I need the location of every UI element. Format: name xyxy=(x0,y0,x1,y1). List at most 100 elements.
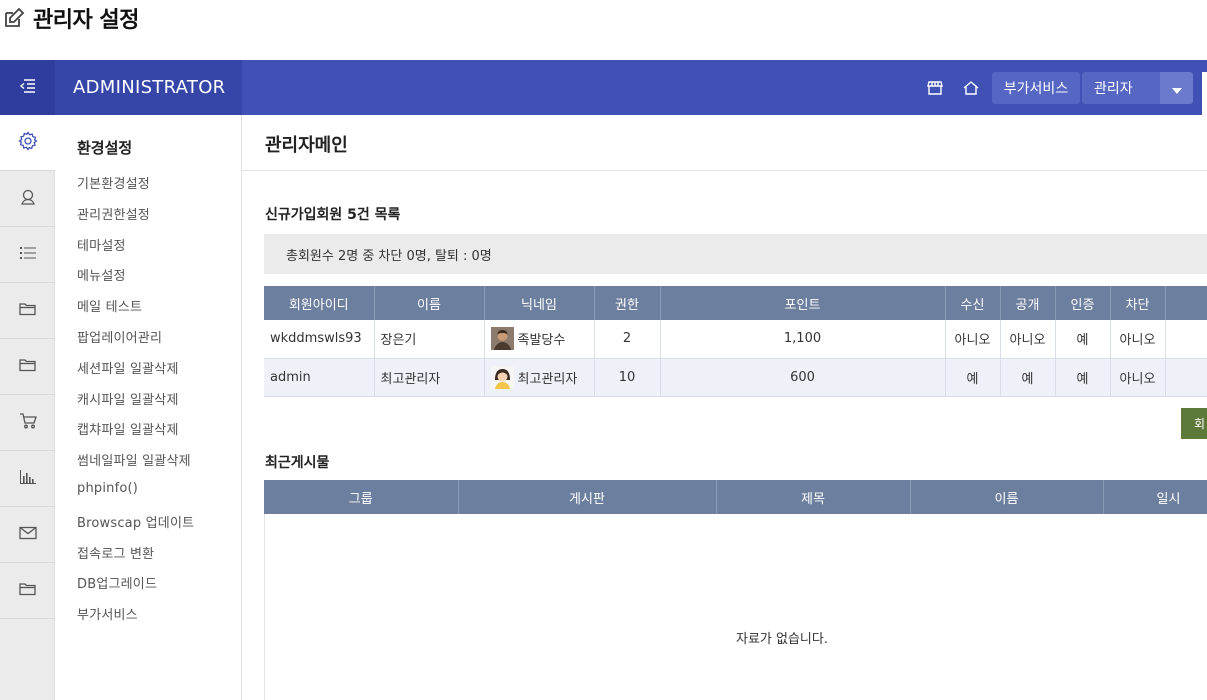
content-header: 관리자메인 xyxy=(242,115,1207,171)
user-icon xyxy=(19,188,37,210)
member-level: 2 xyxy=(594,320,661,359)
col-header-level[interactable]: 권한 xyxy=(594,286,661,320)
col-header-subject[interactable]: 제목 xyxy=(716,480,911,514)
rail-item-members[interactable] xyxy=(0,171,55,227)
gear-icon xyxy=(17,130,38,155)
member-nick-cell[interactable]: 최고관리자 xyxy=(484,358,595,397)
rail-item-folder-1[interactable] xyxy=(0,283,55,339)
edit-icon xyxy=(2,6,26,30)
member-point: 1,100 xyxy=(660,320,946,359)
member-extra xyxy=(1165,358,1207,397)
sidebar-item-theme[interactable]: 테마설정 xyxy=(77,235,194,266)
sidebar-item-phpinfo[interactable]: phpinfo() xyxy=(77,481,194,512)
col-header-cert[interactable]: 인증 xyxy=(1055,286,1111,320)
col-header-mailing[interactable]: 수신 xyxy=(945,286,1001,320)
members-more-button[interactable]: 회 xyxy=(1181,408,1207,439)
sidebar-item-browscap[interactable]: Browscap 업데이트 xyxy=(77,512,194,543)
admin-dropdown-toggle[interactable] xyxy=(1160,72,1193,104)
sidebar-item-mail-test[interactable]: 메일 테스트 xyxy=(77,296,194,327)
member-name: 최고관리자 xyxy=(374,358,485,397)
members-section-title: 신규가입회원 5건 목록 xyxy=(265,207,401,223)
col-header-group[interactable]: 그룹 xyxy=(264,480,459,514)
col-header-extra xyxy=(1165,286,1207,320)
main-content: 관리자메인 신규가입회원 5건 목록 총회원수 2명 중 차단 0명, 탈퇴 :… xyxy=(242,115,1207,700)
member-extra xyxy=(1165,320,1207,359)
member-point: 600 xyxy=(660,358,946,397)
folder-icon xyxy=(18,357,37,376)
window-edge xyxy=(1202,72,1207,115)
sidebar-item-addon[interactable]: 부가서비스 xyxy=(77,604,194,635)
sidebar-item-db-upgrade[interactable]: DB업그레이드 xyxy=(77,573,194,604)
sidebar-item-popup[interactable]: 팝업레이어관리 xyxy=(77,327,194,358)
sidebar-item-captcha-delete[interactable]: 캡챠파일 일괄삭제 xyxy=(77,419,194,450)
col-header-block[interactable]: 차단 xyxy=(1110,286,1166,320)
col-header-board[interactable]: 게시판 xyxy=(458,480,717,514)
member-mailing: 예 xyxy=(945,358,1001,397)
col-header-writer[interactable]: 이름 xyxy=(910,480,1104,514)
member-cert: 예 xyxy=(1055,320,1111,359)
sidebar-item-cache-delete[interactable]: 캐시파일 일괄삭제 xyxy=(77,389,194,420)
col-header-name[interactable]: 이름 xyxy=(374,286,485,320)
rail-item-settings[interactable] xyxy=(0,115,55,171)
table-row[interactable]: wkddmswls93 장은기 족발당수 2 1,100 아니오 아니오 예 아… xyxy=(264,320,1207,359)
member-id[interactable]: wkddmswls93 xyxy=(264,320,375,359)
members-table: 회원아이디 이름 닉네임 권한 포인트 수신 공개 인증 차단 wkddmswl… xyxy=(264,286,1207,397)
member-name: 장은기 xyxy=(374,320,485,359)
folder-icon xyxy=(18,581,37,600)
sidebar-item-log-convert[interactable]: 접속로그 변환 xyxy=(77,543,194,574)
folder-icon xyxy=(18,301,37,320)
chart-icon xyxy=(19,469,37,489)
col-header-open[interactable]: 공개 xyxy=(1000,286,1056,320)
member-nick-cell[interactable]: 족발당수 xyxy=(484,320,595,359)
store-icon[interactable] xyxy=(924,77,946,99)
admin-menu-button[interactable]: 관리자 xyxy=(1082,72,1160,104)
member-nick: 최고관리자 xyxy=(517,371,578,387)
member-cert: 예 xyxy=(1055,358,1111,397)
col-header-id[interactable]: 회원아이디 xyxy=(264,286,375,320)
col-header-point[interactable]: 포인트 xyxy=(660,286,946,320)
member-id[interactable]: admin xyxy=(264,358,375,397)
member-block: 아니오 xyxy=(1110,358,1166,397)
icon-rail xyxy=(0,115,55,700)
rail-item-stats[interactable] xyxy=(0,451,55,507)
top-navbar: ADMINISTRATOR 부가서비스 관리자 xyxy=(0,60,1207,115)
caret-down-icon xyxy=(1171,79,1182,98)
member-mailing: 아니오 xyxy=(945,320,1001,359)
board-empty-message: 자료가 없습니다. xyxy=(736,632,828,647)
page-heading: 관리자 설정 xyxy=(0,0,1207,60)
members-header-row: 회원아이디 이름 닉네임 권한 포인트 수신 공개 인증 차단 xyxy=(264,286,1207,320)
col-header-datetime[interactable]: 일시 xyxy=(1103,480,1207,514)
board-table: 그룹 게시판 제목 이름 일시 xyxy=(264,480,1207,514)
col-header-nick[interactable]: 닉네임 xyxy=(484,286,595,320)
sidebar-menu: 기본환경설정 관리권한설정 테마설정 메뉴설정 메일 테스트 팝업레이어관리 세… xyxy=(77,173,194,635)
avatar xyxy=(490,365,514,389)
table-row[interactable]: admin 최고관리자 최고관리자 10 600 예 예 예 아니오 xyxy=(264,358,1207,397)
page-title: 관리자 설정 xyxy=(33,8,139,33)
member-nick: 족발당수 xyxy=(517,333,566,349)
mail-icon xyxy=(18,525,37,544)
sidebar-item-auth-config[interactable]: 관리권한설정 xyxy=(77,204,194,235)
member-open: 예 xyxy=(1000,358,1056,397)
main-title: 관리자메인 xyxy=(265,135,348,156)
menu-collapse-button[interactable] xyxy=(0,60,55,115)
sidebar-item-menu[interactable]: 메뉴설정 xyxy=(77,265,194,296)
menu-collapse-icon xyxy=(19,78,36,97)
member-block: 아니오 xyxy=(1110,320,1166,359)
rail-item-shop[interactable] xyxy=(0,395,55,451)
rail-item-folder-3[interactable] xyxy=(0,563,55,619)
brand-logo[interactable]: ADMINISTRATOR xyxy=(55,60,242,115)
cart-icon xyxy=(19,412,37,433)
member-level: 10 xyxy=(594,358,661,397)
rail-item-folder-2[interactable] xyxy=(0,339,55,395)
board-empty-area xyxy=(264,514,1207,700)
sidebar: 환경설정 기본환경설정 관리권한설정 테마설정 메뉴설정 메일 테스트 팝업레이… xyxy=(55,115,242,700)
sidebar-item-thumbnail-delete[interactable]: 썸네일파일 일괄삭제 xyxy=(77,450,194,481)
rail-item-board[interactable] xyxy=(0,227,55,283)
sidebar-item-session-delete[interactable]: 세션파일 일괄삭제 xyxy=(77,358,194,389)
home-icon[interactable] xyxy=(960,77,982,99)
sidebar-item-basic-config[interactable]: 기본환경설정 xyxy=(77,173,194,204)
board-header-row: 그룹 게시판 제목 이름 일시 xyxy=(264,480,1207,514)
rail-item-mail[interactable] xyxy=(0,507,55,563)
addon-service-button[interactable]: 부가서비스 xyxy=(992,72,1080,104)
members-summary: 총회원수 2명 중 차단 0명, 탈퇴 : 0명 xyxy=(264,234,1207,274)
